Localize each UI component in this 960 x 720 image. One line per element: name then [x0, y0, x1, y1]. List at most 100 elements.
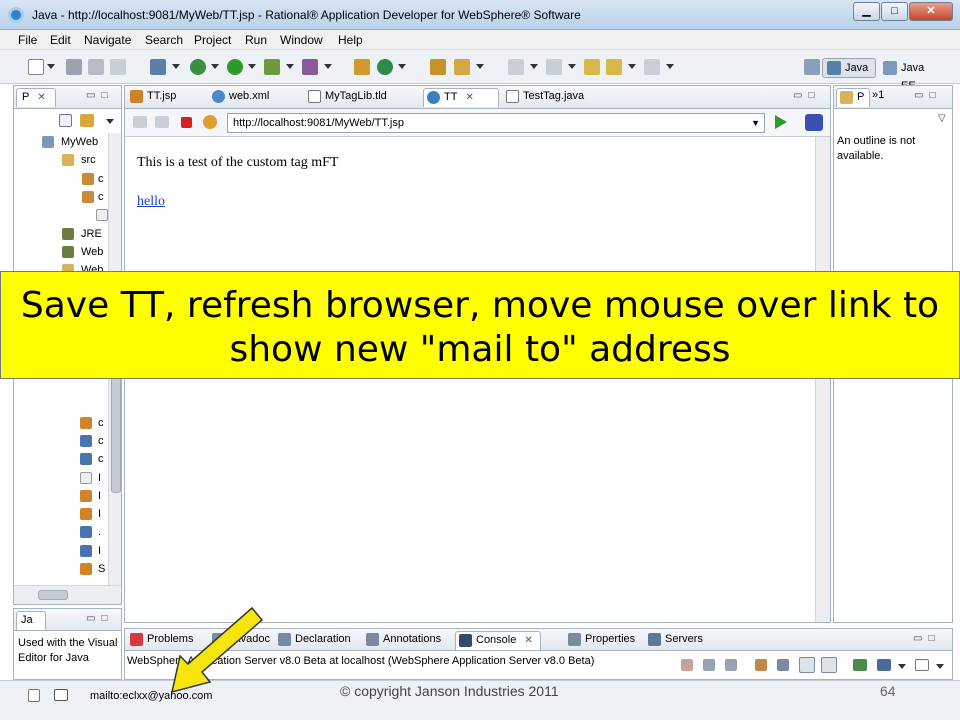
debug-config-dropdown-icon[interactable]	[172, 64, 180, 69]
tree-item-file[interactable]: c	[14, 432, 104, 450]
url-dropdown-icon[interactable]: ▼	[751, 114, 760, 132]
close-button[interactable]: ✕	[909, 2, 953, 21]
open-type-icon[interactable]	[430, 59, 446, 75]
tab-tt-browser[interactable]: TT ✕	[423, 88, 499, 107]
menu-project[interactable]: Project	[194, 33, 231, 47]
tree-item-file[interactable]: .	[14, 523, 101, 541]
tree-item-file[interactable]: I	[14, 487, 101, 505]
perspective-java-ee[interactable]: Java EE	[878, 58, 946, 92]
external-browser-icon[interactable]	[805, 114, 823, 131]
search-dropdown-icon[interactable]	[476, 64, 484, 69]
browser-forward-icon[interactable]	[155, 116, 169, 128]
debug-icon[interactable]	[190, 59, 206, 75]
tree-item-file[interactable]: c	[14, 450, 104, 468]
more-views-chevron[interactable]: »1	[872, 89, 884, 101]
tab-properties[interactable]: Properties	[565, 631, 645, 650]
tab-package-explorer[interactable]: P ✕	[16, 88, 56, 107]
profile-dropdown-icon[interactable]	[324, 64, 332, 69]
debug-config-icon[interactable]	[150, 59, 166, 75]
tab-annotations[interactable]: Annotations	[363, 631, 455, 650]
back-dropdown-icon[interactable]	[628, 64, 636, 69]
tree-item-file[interactable]: c	[14, 414, 104, 432]
open-console-icon[interactable]	[915, 659, 929, 671]
display-console-icon[interactable]	[877, 659, 891, 671]
debug-dropdown-icon[interactable]	[211, 64, 219, 69]
fast-view-icon[interactable]	[28, 689, 40, 702]
tree-item-src[interactable]: src	[14, 151, 96, 169]
console-minmax-icon[interactable]: ▭□	[913, 633, 941, 644]
forward-icon[interactable]	[644, 59, 660, 75]
tree-item-file[interactable]	[14, 206, 108, 224]
menu-edit[interactable]: Edit	[50, 33, 71, 47]
menu-run[interactable]: Run	[245, 33, 267, 47]
java-beans-minmax-icon[interactable]: ▭□	[86, 613, 114, 624]
next-annotation-dropdown-icon[interactable]	[530, 64, 538, 69]
menu-help[interactable]: Help	[338, 33, 363, 47]
tab-console[interactable]: Console ✕	[455, 631, 541, 650]
run-dropdown-icon[interactable]	[248, 64, 256, 69]
display-console-dropdown-icon[interactable]	[898, 664, 906, 669]
outline-minmax-icon[interactable]: ▭□	[914, 90, 942, 101]
show-stderr-icon[interactable]	[821, 657, 837, 673]
run-external-dropdown-icon[interactable]	[286, 64, 294, 69]
tab-tt-jsp[interactable]: TT.jsp	[127, 88, 205, 107]
tree-item-project[interactable]: MyWeb	[14, 133, 98, 151]
remove-launch-icon[interactable]	[703, 659, 715, 671]
new-java-project-icon[interactable]	[354, 59, 370, 75]
run-external-icon[interactable]	[264, 59, 280, 75]
terminate-icon[interactable]	[681, 659, 693, 671]
tree-item-web-library[interactable]: Web	[14, 243, 103, 261]
scroll-thumb[interactable]	[38, 590, 68, 600]
menu-file[interactable]: File	[18, 33, 37, 47]
print-icon[interactable]	[110, 59, 126, 75]
hello-link[interactable]: hello	[137, 194, 165, 210]
browser-back-icon[interactable]	[133, 116, 147, 128]
tree-item-file[interactable]: S	[14, 560, 105, 578]
tab-servers[interactable]: Servers	[645, 631, 707, 650]
tree-item-file[interactable]: I	[14, 469, 101, 487]
forward-dropdown-icon[interactable]	[666, 64, 674, 69]
browser-go-icon[interactable]	[775, 115, 787, 129]
tree-item-jre[interactable]: JRE	[14, 225, 102, 243]
maximize-button[interactable]: □	[881, 2, 908, 21]
new-dropdown-icon[interactable]	[47, 64, 55, 69]
package-tree-hscrollbar[interactable]	[14, 585, 121, 604]
tree-item-package[interactable]: c	[14, 188, 104, 206]
collapse-all-icon[interactable]	[59, 114, 72, 127]
tree-item-package[interactable]: c	[14, 170, 104, 188]
tab-declaration[interactable]: Declaration	[275, 631, 361, 650]
new-class-icon[interactable]	[377, 59, 393, 75]
save-all-icon[interactable]	[88, 59, 104, 75]
tab-mytaglib-tld[interactable]: MyTagLib.tld	[305, 88, 420, 107]
browser-refresh-icon[interactable]	[203, 115, 217, 129]
perspective-java[interactable]: Java	[822, 58, 876, 78]
close-icon[interactable]: ✕	[37, 92, 45, 103]
close-tab-icon[interactable]: ✕	[524, 635, 532, 646]
new-class-dropdown-icon[interactable]	[398, 64, 406, 69]
run-icon[interactable]	[227, 59, 243, 75]
pin-console-icon[interactable]	[853, 659, 867, 671]
profile-icon[interactable]	[302, 59, 318, 75]
view-menu-icon[interactable]	[106, 119, 114, 124]
minimize-button[interactable]: ▁	[853, 2, 880, 21]
menu-navigate[interactable]: Navigate	[84, 33, 131, 47]
scroll-lock-icon[interactable]	[777, 659, 789, 671]
remove-all-icon[interactable]	[725, 659, 737, 671]
close-tab-icon[interactable]: ✕	[465, 92, 473, 103]
back-icon[interactable]	[606, 59, 622, 75]
prev-annotation-icon[interactable]	[546, 59, 562, 75]
editor-minmax-icon[interactable]: ▭□	[793, 90, 821, 101]
prev-annotation-dropdown-icon[interactable]	[568, 64, 576, 69]
new-icon[interactable]	[28, 59, 44, 75]
open-console-dropdown-icon[interactable]	[936, 664, 944, 669]
view-minmax-icon[interactable]: ▭□	[86, 90, 114, 101]
tab-web-xml[interactable]: web.xml	[209, 88, 301, 107]
browser-vscrollbar[interactable]	[815, 137, 830, 622]
last-edit-icon[interactable]	[584, 59, 600, 75]
menu-search[interactable]: Search	[145, 33, 183, 47]
browser-stop-icon[interactable]	[181, 117, 192, 128]
tab-java-beans[interactable]: Ja	[16, 611, 46, 630]
open-perspective-icon[interactable]	[804, 59, 820, 75]
save-icon[interactable]	[66, 59, 82, 75]
tree-item-file[interactable]: I	[14, 542, 101, 560]
